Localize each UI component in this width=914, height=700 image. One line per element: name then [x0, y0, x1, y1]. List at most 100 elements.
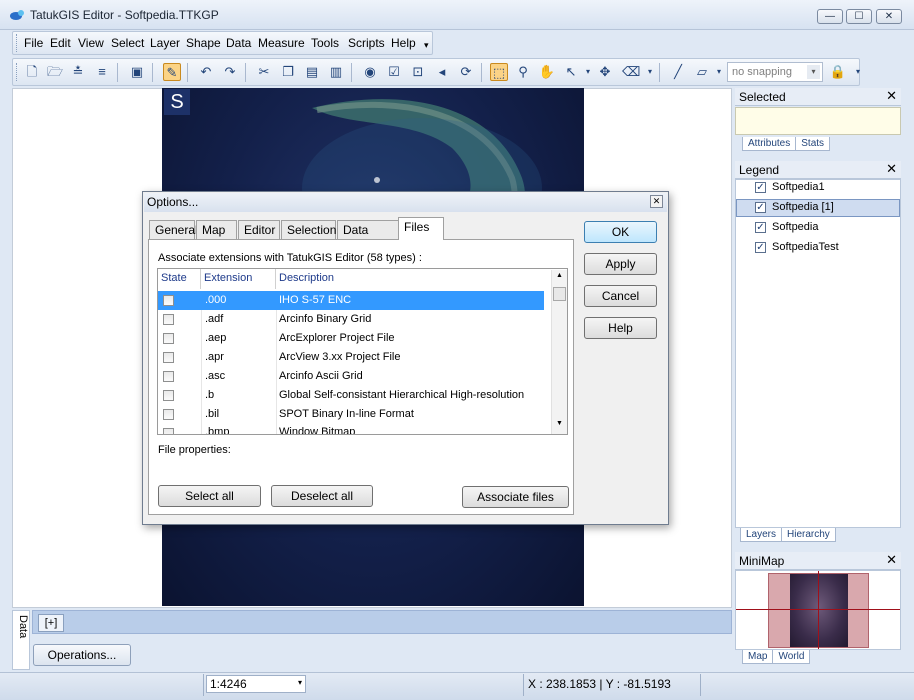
dialog-close-button[interactable]: ✕ — [650, 195, 663, 208]
select-tool-icon[interactable]: ⬚ — [490, 63, 508, 81]
menu-help[interactable]: Help — [391, 36, 416, 50]
menu-shape[interactable]: Shape — [186, 36, 221, 50]
state-checkbox[interactable] — [163, 352, 174, 363]
list-item[interactable]: .b Global Self-consistant Hierarchical H… — [158, 386, 544, 405]
menu-file[interactable]: File — [24, 36, 43, 50]
save-project-icon[interactable]: ▣ — [128, 63, 146, 81]
column-header-description[interactable]: Description — [276, 269, 544, 289]
lock-icon[interactable]: 🔒 — [829, 63, 847, 81]
menu-scripts[interactable]: Scripts — [348, 36, 385, 50]
column-header-state[interactable]: State — [158, 269, 201, 289]
menu-select[interactable]: Select — [111, 36, 144, 50]
add-layer-icon[interactable]: ≛ — [69, 63, 87, 81]
list-item[interactable]: .apr ArcView 3.xx Project File — [158, 348, 544, 367]
state-checkbox[interactable] — [163, 409, 174, 420]
menu-tools[interactable]: Tools — [311, 36, 339, 50]
undo-icon[interactable]: ↶ — [197, 63, 215, 81]
minimize-button[interactable]: — — [817, 9, 843, 24]
copy-icon[interactable]: ❐ — [279, 63, 297, 81]
scale-dropdown-icon[interactable]: ▾ — [298, 678, 302, 687]
column-header-extension[interactable]: Extension — [201, 269, 276, 289]
ok-button[interactable]: OK — [584, 221, 657, 243]
snapping-dropdown-icon[interactable]: ▾ — [807, 65, 820, 79]
menubar-more-icon[interactable]: ▾ — [424, 40, 429, 51]
eraser-dropdown-icon[interactable]: ▾ — [641, 63, 659, 81]
list-item[interactable]: .bmp Window Bitmap — [158, 424, 544, 434]
select-all-button[interactable]: Select all — [158, 485, 261, 507]
new-file-icon[interactable]: 🗋 — [23, 63, 41, 81]
deselect-all-button[interactable]: Deselect all — [271, 485, 373, 507]
minimap-panel-body[interactable] — [735, 570, 901, 650]
layer-checkbox[interactable]: ✓ — [755, 242, 766, 253]
tab-hierarchy[interactable]: Hierarchy — [781, 528, 836, 542]
scroll-down-icon[interactable]: ▼ — [556, 420, 563, 427]
redo-icon[interactable]: ↷ — [221, 63, 239, 81]
minimap-panel-close-icon[interactable]: ✕ — [886, 552, 897, 568]
maximize-button[interactable]: ☐ — [846, 9, 872, 24]
menu-measure[interactable]: Measure — [258, 36, 305, 50]
list-item[interactable]: .bil SPOT Binary In-line Format — [158, 405, 544, 424]
globe-icon[interactable]: ◉ — [361, 63, 379, 81]
edit-mode-icon[interactable]: ✎ — [163, 63, 181, 81]
menubar-grip-icon[interactable] — [16, 34, 20, 52]
add-data-tab-button[interactable]: [+] — [38, 614, 64, 632]
state-checkbox[interactable] — [163, 390, 174, 401]
state-checkbox[interactable] — [163, 314, 174, 325]
delete-icon[interactable]: ▥ — [327, 63, 345, 81]
cancel-button[interactable]: Cancel — [584, 285, 657, 307]
legend-panel-close-icon[interactable]: ✕ — [886, 161, 897, 177]
close-window-button[interactable]: ✕ — [876, 9, 902, 24]
tab-editor[interactable]: Editor — [238, 220, 280, 239]
menu-data[interactable]: Data — [226, 36, 251, 50]
legend-layer-row[interactable]: ✓ SoftpediaTest — [736, 239, 900, 257]
scale-combo[interactable]: 1:4246 ▾ — [206, 675, 306, 693]
legend-layer-row[interactable]: ✓ Softpedia — [736, 219, 900, 237]
pointer-dropdown-icon[interactable]: ▾ — [579, 63, 597, 81]
layer-checkbox[interactable]: ✓ — [755, 222, 766, 233]
node-tool-icon[interactable]: ✥ — [596, 63, 614, 81]
previous-extent-icon[interactable]: ◂ — [433, 63, 451, 81]
list-item[interactable]: .asc Arcinfo Ascii Grid — [158, 367, 544, 386]
list-item[interactable]: .adf Arcinfo Binary Grid — [158, 310, 544, 329]
legend-layer-row-selected[interactable]: ✓ Softpedia [1] — [736, 199, 900, 217]
paste-icon[interactable]: ▤ — [303, 63, 321, 81]
tab-attributes[interactable]: Attributes — [742, 137, 797, 151]
scroll-thumb[interactable] — [553, 287, 566, 301]
cut-icon[interactable]: ✂ — [255, 63, 273, 81]
list-item-selected[interactable]: .000 IHO S-57 ENC — [158, 291, 544, 310]
state-checkbox[interactable] — [163, 371, 174, 382]
draw-polygon-icon[interactable]: ▱ — [693, 63, 711, 81]
data-vertical-tab[interactable]: Data — [12, 610, 30, 670]
operations-button[interactable]: Operations... — [33, 644, 131, 666]
tab-data-panel[interactable]: Data panel — [337, 220, 399, 251]
properties-icon[interactable]: ☑ — [385, 63, 403, 81]
tab-general[interactable]: General — [149, 220, 198, 239]
tab-map-options[interactable]: Map — [196, 220, 237, 239]
selected-panel-close-icon[interactable]: ✕ — [886, 88, 897, 104]
pointer-tool-icon[interactable]: ↖ — [562, 63, 580, 81]
help-button[interactable]: Help — [584, 317, 657, 339]
draw-dropdown-icon[interactable]: ▾ — [710, 63, 728, 81]
layer-checkbox[interactable]: ✓ — [755, 182, 766, 193]
layer-list-icon[interactable]: ≡ — [93, 63, 111, 81]
refresh-icon[interactable]: ⟳ — [457, 63, 475, 81]
zoom-tool-icon[interactable]: ⚲ — [514, 63, 532, 81]
tab-world[interactable]: World — [772, 650, 811, 664]
toolbar-more-icon[interactable]: ▾ — [849, 63, 867, 81]
tab-files[interactable]: Files — [398, 217, 444, 240]
tab-selection[interactable]: Selection — [281, 220, 336, 239]
draw-line-icon[interactable]: ╱ — [669, 63, 687, 81]
full-extent-icon[interactable]: ⊡ — [409, 63, 427, 81]
snapping-combo[interactable]: no snapping ▾ — [727, 62, 823, 82]
menu-layer[interactable]: Layer — [150, 36, 180, 50]
scroll-up-icon[interactable]: ▲ — [556, 272, 563, 279]
apply-button[interactable]: Apply — [584, 253, 657, 275]
layer-checkbox[interactable]: ✓ — [755, 202, 766, 213]
pan-hand-icon[interactable]: ✋ — [538, 63, 556, 81]
tab-stats[interactable]: Stats — [795, 137, 831, 151]
state-checkbox[interactable] — [163, 333, 174, 344]
open-folder-icon[interactable]: 🗁 — [46, 63, 64, 81]
eraser-icon[interactable]: ⌫ — [622, 63, 640, 81]
state-checkbox[interactable] — [163, 428, 174, 434]
tab-map[interactable]: Map — [742, 650, 774, 664]
